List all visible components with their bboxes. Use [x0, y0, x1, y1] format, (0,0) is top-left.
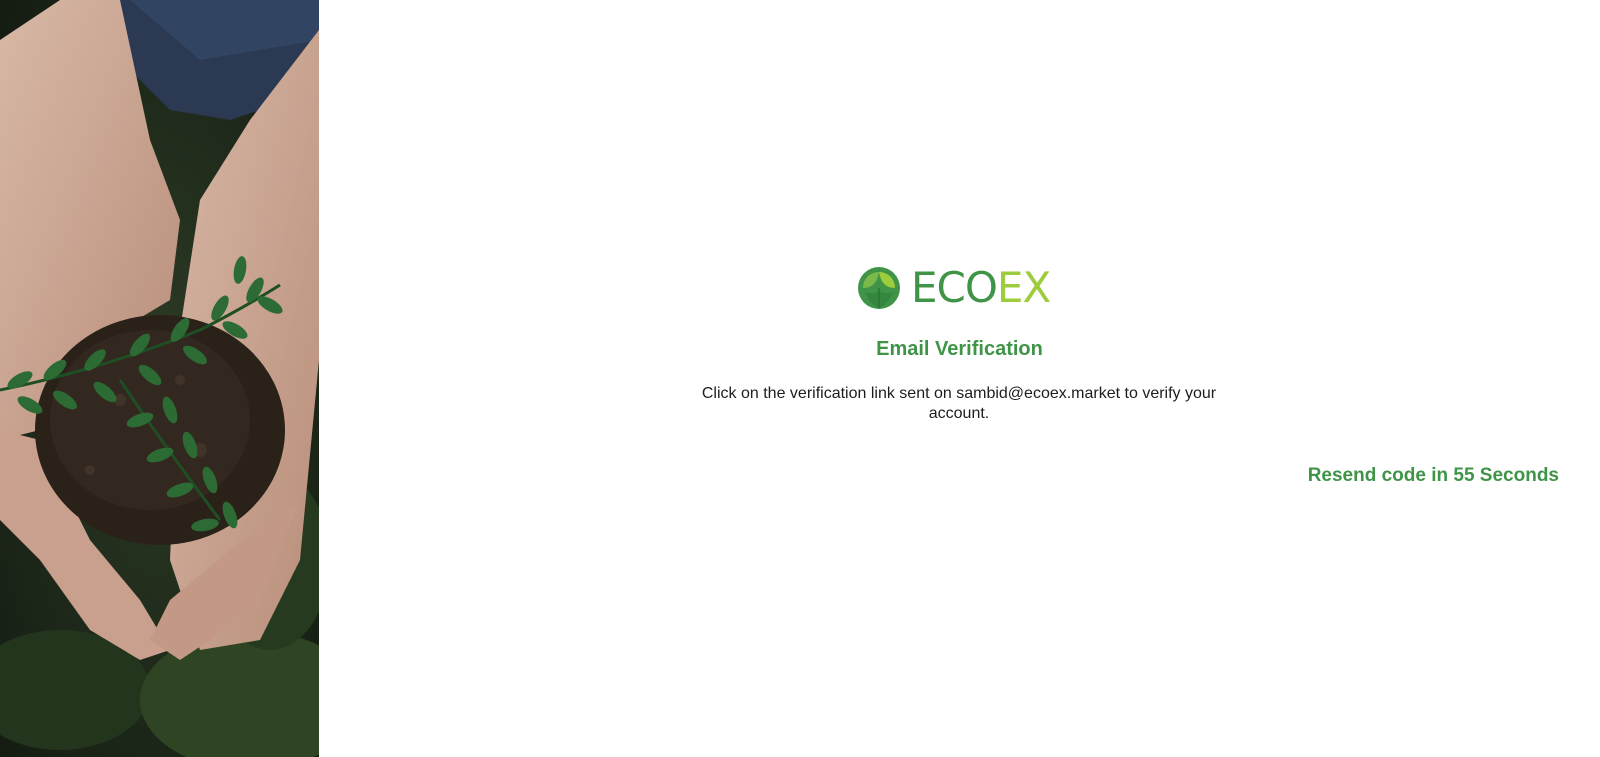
resend-code-link[interactable]: Resend code in 55 Seconds	[919, 465, 1579, 487]
logo-wordmark: ECOEX	[911, 263, 1051, 312]
hands-holding-plant-illustration	[0, 0, 319, 757]
hero-image	[0, 0, 319, 757]
ecoex-logo: ECOEX	[857, 265, 1063, 311]
logo-text-eco: ECO	[911, 263, 998, 312]
logo-text-ex: EX	[996, 263, 1051, 312]
verification-panel: ECOEX Email Verification Click on the ve…	[319, 0, 1600, 757]
ecoex-leaf-icon	[858, 267, 900, 309]
verification-message: Click on the verification link sent on s…	[701, 385, 1217, 422]
email-verification-page: ECOEX Email Verification Click on the ve…	[0, 0, 1600, 757]
page-title: Email Verification	[876, 338, 1043, 360]
